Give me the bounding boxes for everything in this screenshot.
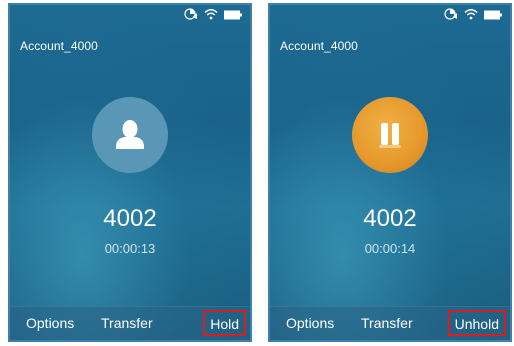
remote-number: 4002: [363, 205, 417, 232]
account-label: Account_4000: [280, 39, 358, 53]
options-softkey[interactable]: Options: [286, 307, 334, 340]
account-label: Account_4000: [20, 39, 98, 53]
signal-icon: [444, 7, 458, 25]
unhold-softkey[interactable]: Unhold: [447, 310, 506, 336]
transfer-softkey[interactable]: Transfer: [361, 307, 413, 340]
wifi-icon: [204, 7, 218, 25]
status-bar: [444, 7, 502, 25]
held-call-screen: Account_4000 4002 00:00:14 Options Trans…: [268, 3, 512, 342]
battery-icon: [224, 7, 242, 25]
hold-softkey[interactable]: Hold: [203, 310, 246, 336]
status-bar: [184, 7, 242, 25]
softkey-bar: Options Transfer Hold: [10, 306, 250, 340]
remote-number: 4002: [103, 205, 157, 232]
transfer-softkey[interactable]: Transfer: [101, 307, 153, 340]
pause-icon: [379, 123, 401, 148]
contact-icon: [116, 120, 144, 149]
call-timer: 00:00:13: [104, 241, 156, 256]
contact-avatar: [92, 97, 168, 173]
hold-avatar: [352, 97, 428, 173]
call-screens: Account_4000 4002 00:00:13 Options Trans…: [0, 0, 514, 346]
battery-icon: [484, 7, 502, 25]
signal-icon: [184, 7, 198, 25]
options-softkey[interactable]: Options: [26, 307, 74, 340]
call-timer: 00:00:14: [364, 241, 416, 256]
wifi-icon: [464, 7, 478, 25]
softkey-bar: Options Transfer Unhold: [270, 306, 510, 340]
active-call-screen: Account_4000 4002 00:00:13 Options Trans…: [8, 3, 252, 342]
